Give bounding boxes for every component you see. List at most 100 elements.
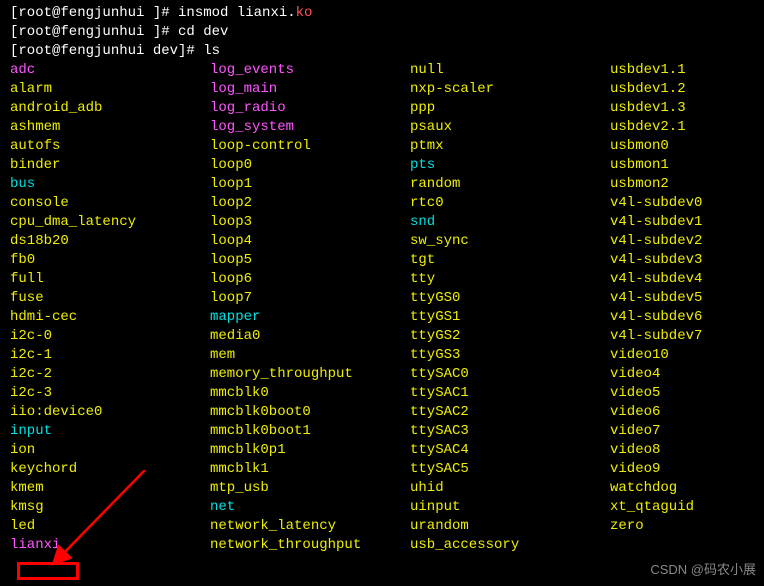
- file-entry: log_radio: [210, 99, 410, 118]
- file-entry: nxp-scaler: [410, 80, 610, 99]
- file-entry: video6: [610, 403, 764, 422]
- file-entry: memory_throughput: [210, 365, 410, 384]
- file-entry: fb0: [10, 251, 210, 270]
- file-entry: log_system: [210, 118, 410, 137]
- file-entry: bus: [10, 175, 210, 194]
- file-entry: log_main: [210, 80, 410, 99]
- file-entry: uhid: [410, 479, 610, 498]
- file-entry: log_events: [210, 61, 410, 80]
- file-entry: null: [410, 61, 610, 80]
- file-entry: mmcblk1: [210, 460, 410, 479]
- highlight-box-lianxi: [17, 562, 79, 580]
- file-entry: v4l-subdev6: [610, 308, 764, 327]
- file-entry: keychord: [10, 460, 210, 479]
- file-entry: tgt: [410, 251, 610, 270]
- file-entry: loop6: [210, 270, 410, 289]
- file-entry: autofs: [10, 137, 210, 156]
- file-entry: mmcblk0: [210, 384, 410, 403]
- file-entry: i2c-0: [10, 327, 210, 346]
- file-entry: v4l-subdev7: [610, 327, 764, 346]
- file-entry: ds18b20: [10, 232, 210, 251]
- file-entry: loop-control: [210, 137, 410, 156]
- file-entry: watchdog: [610, 479, 764, 498]
- file-entry: lianxi: [10, 536, 210, 555]
- file-entry: android_adb: [10, 99, 210, 118]
- file-entry: network_latency: [210, 517, 410, 536]
- file-entry: zero: [610, 517, 764, 536]
- file-entry: binder: [10, 156, 210, 175]
- file-entry: ttySAC1: [410, 384, 610, 403]
- file-entry: mmcblk0p1: [210, 441, 410, 460]
- file-entry: iio:device0: [10, 403, 210, 422]
- file-entry: full: [10, 270, 210, 289]
- file-entry: loop5: [210, 251, 410, 270]
- file-entry: video8: [610, 441, 764, 460]
- file-entry: usbmon0: [610, 137, 764, 156]
- file-entry: alarm: [10, 80, 210, 99]
- file-entry: xt_qtaguid: [610, 498, 764, 517]
- file-entry: loop1: [210, 175, 410, 194]
- file-entry: v4l-subdev4: [610, 270, 764, 289]
- file-entry: i2c-2: [10, 365, 210, 384]
- file-entry: psaux: [410, 118, 610, 137]
- file-entry: loop3: [210, 213, 410, 232]
- file-entry: rtc0: [410, 194, 610, 213]
- file-entry: media0: [210, 327, 410, 346]
- file-entry: loop4: [210, 232, 410, 251]
- file-entry: uinput: [410, 498, 610, 517]
- file-entry: ttyGS0: [410, 289, 610, 308]
- prompt-line: [root@fengjunhui ]# cd dev: [10, 23, 754, 42]
- file-entry: kmsg: [10, 498, 210, 517]
- file-entry: v4l-subdev5: [610, 289, 764, 308]
- file-entry: ttyGS3: [410, 346, 610, 365]
- file-entry: ttyGS2: [410, 327, 610, 346]
- file-entry: network_throughput: [210, 536, 410, 555]
- file-entry: i2c-3: [10, 384, 210, 403]
- file-entry: usbdev2.1: [610, 118, 764, 137]
- file-entry: v4l-subdev3: [610, 251, 764, 270]
- file-entry: usbmon2: [610, 175, 764, 194]
- file-entry: [610, 536, 764, 555]
- watermark: CSDN @码农小展: [650, 559, 756, 578]
- file-entry: fuse: [10, 289, 210, 308]
- file-entry: ttySAC5: [410, 460, 610, 479]
- file-entry: adc: [10, 61, 210, 80]
- file-entry: ttySAC3: [410, 422, 610, 441]
- file-entry: ion: [10, 441, 210, 460]
- file-entry: video9: [610, 460, 764, 479]
- ls-listing: adclog_eventsnullusbdev1.1alarmlog_mainn…: [10, 61, 754, 555]
- file-entry: mtp_usb: [210, 479, 410, 498]
- file-entry: v4l-subdev2: [610, 232, 764, 251]
- file-entry: pts: [410, 156, 610, 175]
- prompt-line: [root@fengjunhui dev]# ls: [10, 42, 754, 61]
- file-entry: video10: [610, 346, 764, 365]
- prompt-line: [root@fengjunhui ]# insmod lianxi.ko: [10, 4, 754, 23]
- file-entry: loop0: [210, 156, 410, 175]
- file-entry: tty: [410, 270, 610, 289]
- file-entry: ppp: [410, 99, 610, 118]
- file-entry: loop7: [210, 289, 410, 308]
- terminal-output[interactable]: [root@fengjunhui ]# insmod lianxi.ko[roo…: [10, 4, 754, 555]
- file-entry: mem: [210, 346, 410, 365]
- file-entry: v4l-subdev0: [610, 194, 764, 213]
- file-entry: hdmi-cec: [10, 308, 210, 327]
- file-entry: ptmx: [410, 137, 610, 156]
- file-entry: urandom: [410, 517, 610, 536]
- file-entry: random: [410, 175, 610, 194]
- file-entry: mapper: [210, 308, 410, 327]
- file-entry: ttySAC2: [410, 403, 610, 422]
- file-entry: usbmon1: [610, 156, 764, 175]
- file-entry: ashmem: [10, 118, 210, 137]
- file-entry: video5: [610, 384, 764, 403]
- file-entry: led: [10, 517, 210, 536]
- file-entry: cpu_dma_latency: [10, 213, 210, 232]
- file-entry: ttySAC4: [410, 441, 610, 460]
- file-entry: usbdev1.3: [610, 99, 764, 118]
- file-entry: console: [10, 194, 210, 213]
- file-entry: mmcblk0boot0: [210, 403, 410, 422]
- file-entry: usbdev1.2: [610, 80, 764, 99]
- file-entry: usbdev1.1: [610, 61, 764, 80]
- file-entry: i2c-1: [10, 346, 210, 365]
- file-entry: ttySAC0: [410, 365, 610, 384]
- file-entry: input: [10, 422, 210, 441]
